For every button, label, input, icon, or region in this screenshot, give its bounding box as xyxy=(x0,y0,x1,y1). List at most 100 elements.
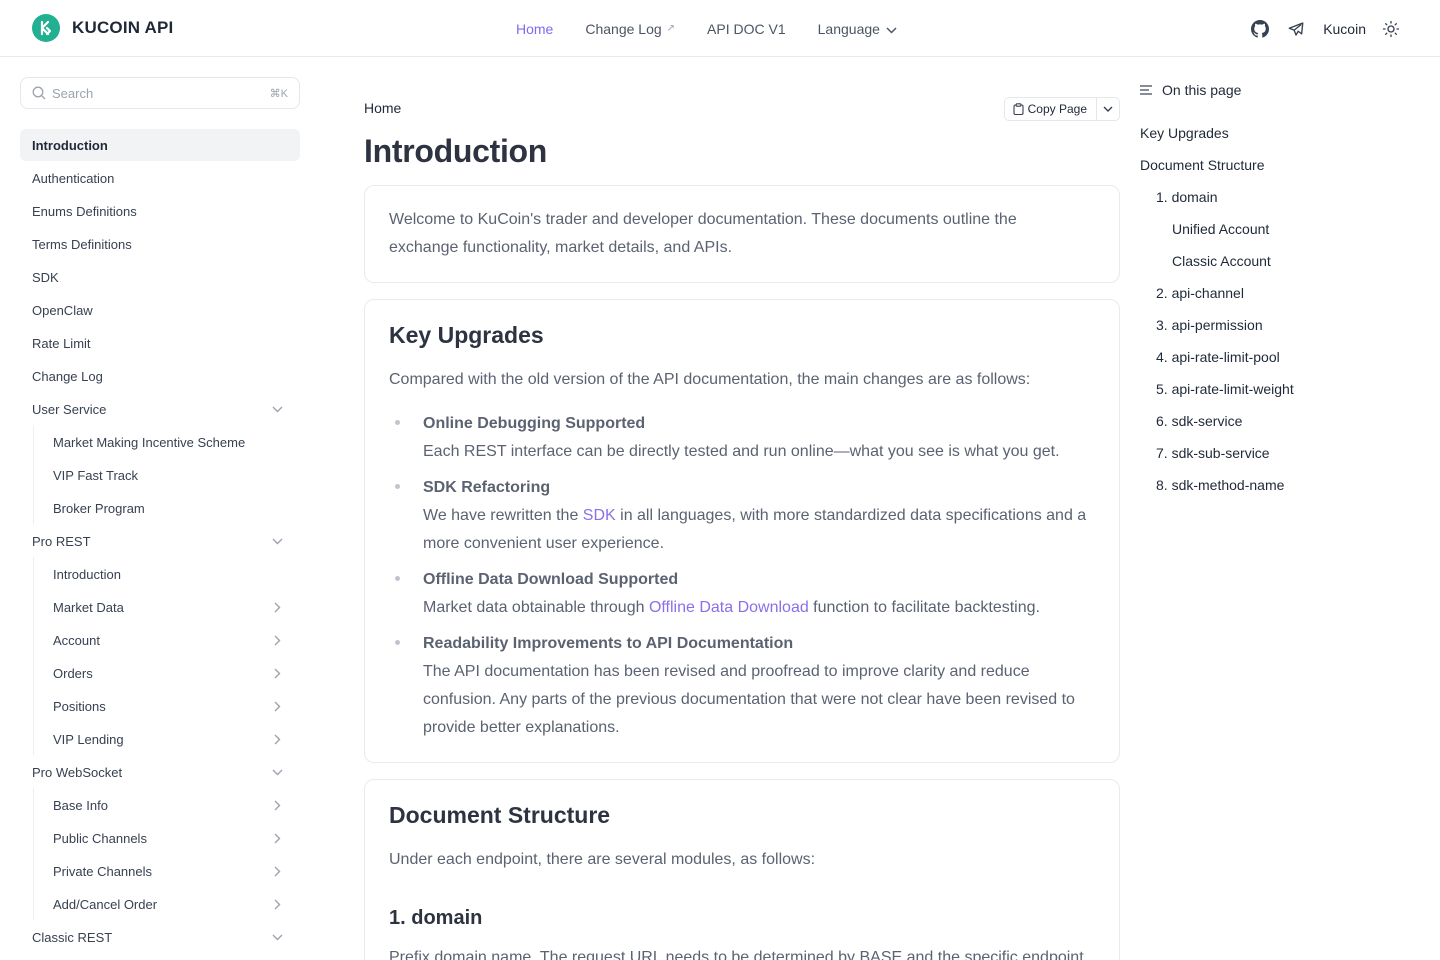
upgrade-title: SDK Refactoring xyxy=(423,479,551,496)
sidebar-item-rate-limit[interactable]: Rate Limit xyxy=(20,327,300,359)
nav-api-doc-v1[interactable]: API DOC V1 xyxy=(707,21,786,37)
sidebar-item-vip-fast-track[interactable]: VIP Fast Track xyxy=(20,458,300,491)
sidebar-group-classic-rest[interactable]: Classic REST xyxy=(20,921,300,953)
chevron-right-icon xyxy=(270,633,284,647)
chevron-down-icon xyxy=(270,534,284,548)
toc-item-sdk-service[interactable]: 6. sdk-service xyxy=(1140,405,1420,437)
search-shortcut: ⌘K xyxy=(269,87,288,100)
sidebar-item-pro-rest-introduction[interactable]: Introduction xyxy=(20,557,300,590)
upgrade-desc: Each REST interface can be directly test… xyxy=(423,443,1060,460)
offline-data-download-link[interactable]: Offline Data Download xyxy=(649,599,809,616)
toc-item-classic-account[interactable]: Classic Account xyxy=(1140,245,1420,277)
sidebar-item-openclaw[interactable]: OpenClaw xyxy=(20,294,300,326)
nav-language-dropdown[interactable]: Language xyxy=(818,21,897,37)
copy-page-button-group: Copy Page xyxy=(1003,97,1120,121)
nav-right: Kucoin xyxy=(1235,0,1402,57)
sidebar-item-private-channels[interactable]: Private Channels xyxy=(20,854,300,887)
sidebar-item-authentication[interactable]: Authentication xyxy=(20,162,300,194)
main-nav: Home Change Log ↗ API DOC V1 Language xyxy=(516,0,929,57)
toc-item-unified-account[interactable]: Unified Account xyxy=(1140,213,1420,245)
sidebar-item-positions[interactable]: Positions xyxy=(20,689,300,722)
copy-page-button[interactable]: Copy Page xyxy=(1005,98,1097,120)
sidebar-item-sdk[interactable]: SDK xyxy=(20,261,300,293)
upgrade-title: Online Debugging Supported xyxy=(423,415,646,432)
brand-name: KUCOIN API xyxy=(72,18,174,37)
top-navbar: KUCOIN API Home Change Log ↗ API DOC V1 L… xyxy=(0,0,1440,57)
chevron-right-icon xyxy=(270,699,284,713)
list-item: SDK Refactoring We have rewritten the SD… xyxy=(389,474,1097,558)
upgrade-title: Readability Improvements to API Document… xyxy=(423,635,794,652)
sidebar-group-pro-websocket[interactable]: Pro WebSocket xyxy=(20,756,300,788)
table-of-contents: On this page Key Upgrades Document Struc… xyxy=(1140,77,1420,501)
sidebar-item-introduction[interactable]: Introduction xyxy=(20,129,300,161)
breadcrumb-row: Home Copy Page xyxy=(364,97,1120,121)
page-title: Introduction xyxy=(364,133,548,169)
theme-toggle-icon[interactable] xyxy=(1380,18,1402,40)
chevron-down-icon xyxy=(886,21,897,37)
toc-item-api-permission[interactable]: 3. api-permission xyxy=(1140,309,1420,341)
chevron-right-icon xyxy=(270,600,284,614)
sidebar-item-base-info[interactable]: Base Info xyxy=(20,788,300,821)
sidebar-item-vip-lending[interactable]: VIP Lending xyxy=(20,722,300,755)
sidebar-item-broker-program[interactable]: Broker Program xyxy=(20,491,300,524)
upgrade-desc: The API documentation has been revised a… xyxy=(423,663,1075,736)
nav-change-log[interactable]: Change Log ↗ xyxy=(585,21,675,37)
list-item: Readability Improvements to API Document… xyxy=(389,630,1097,742)
chevron-down-icon xyxy=(270,930,284,944)
sidebar-item-add-cancel-order[interactable]: Add/Cancel Order xyxy=(20,887,300,920)
brand[interactable]: KUCOIN API xyxy=(32,14,174,42)
sidebar-item-public-channels[interactable]: Public Channels xyxy=(20,821,300,854)
chevron-right-icon xyxy=(270,897,284,911)
kucoin-logo-icon xyxy=(32,14,60,42)
search-icon xyxy=(32,86,46,100)
toc-item-domain[interactable]: 1. domain xyxy=(1140,181,1420,213)
sidebar-item-orders[interactable]: Orders xyxy=(20,656,300,689)
sidebar-item-market-making-incentive-scheme[interactable]: Market Making Incentive Scheme xyxy=(20,425,300,458)
domain-text: Prefix domain name. The request URL need… xyxy=(389,949,1084,960)
toc-item-api-rate-limit-pool[interactable]: 4. api-rate-limit-pool xyxy=(1140,341,1420,373)
sidebar-item-market-data[interactable]: Market Data xyxy=(20,590,300,623)
domain-heading: 1. domain xyxy=(389,907,483,929)
chevron-right-icon xyxy=(270,864,284,878)
breadcrumb[interactable]: Home xyxy=(364,100,401,116)
nav-home[interactable]: Home xyxy=(516,21,553,37)
toc-item-key-upgrades[interactable]: Key Upgrades xyxy=(1140,117,1420,149)
sidebar-group-pro-rest[interactable]: Pro REST xyxy=(20,525,300,557)
welcome-text: Welcome to KuCoin's trader and developer… xyxy=(389,211,1017,256)
chevron-right-icon xyxy=(270,831,284,845)
sidebar-group-user-service[interactable]: User Service xyxy=(20,393,300,425)
sidebar-item-terms-definitions[interactable]: Terms Definitions xyxy=(20,228,300,260)
list-item: Offline Data Download Supported Market d… xyxy=(389,566,1097,622)
sidebar: Search ⌘K Introduction Authentication En… xyxy=(20,77,300,960)
external-link-icon: ↗ xyxy=(666,23,676,34)
search-placeholder: Search xyxy=(52,85,94,101)
toc-list: Key Upgrades Document Structure 1. domai… xyxy=(1140,117,1420,501)
chevron-right-icon xyxy=(270,798,284,812)
key-upgrades-card: Key Upgrades Compared with the old versi… xyxy=(364,299,1120,763)
search-input[interactable]: Search ⌘K xyxy=(20,77,300,109)
toc-item-api-rate-limit-weight[interactable]: 5. api-rate-limit-weight xyxy=(1140,373,1420,405)
sidebar-item-enums-definitions[interactable]: Enums Definitions xyxy=(20,195,300,227)
key-upgrades-list: Online Debugging Supported Each REST int… xyxy=(389,410,1097,750)
key-upgrades-intro: Compared with the old version of the API… xyxy=(389,371,1031,388)
toc-heading-label: On this page xyxy=(1162,82,1242,98)
sidebar-item-account[interactable]: Account xyxy=(20,623,300,656)
github-icon[interactable] xyxy=(1249,18,1271,40)
sidebar-item-change-log[interactable]: Change Log xyxy=(20,360,300,392)
document-structure-heading: Document Structure xyxy=(389,802,611,828)
sdk-link[interactable]: SDK xyxy=(583,507,616,524)
kucoin-link[interactable]: Kucoin xyxy=(1323,21,1366,37)
list-icon xyxy=(1140,85,1152,95)
toc-item-document-structure[interactable]: Document Structure xyxy=(1140,149,1420,181)
upgrade-desc: We have rewritten the SDK in all languag… xyxy=(423,507,1087,552)
sidebar-list: Introduction Authentication Enums Defini… xyxy=(20,129,300,953)
toc-item-sdk-method-name[interactable]: 8. sdk-method-name xyxy=(1140,469,1420,501)
list-item: Online Debugging Supported Each REST int… xyxy=(389,410,1097,466)
toc-item-api-channel[interactable]: 2. api-channel xyxy=(1140,277,1420,309)
welcome-card: Welcome to KuCoin's trader and developer… xyxy=(364,185,1120,283)
copy-page-dropdown[interactable] xyxy=(1097,98,1119,120)
toc-heading: On this page xyxy=(1140,77,1420,103)
key-upgrades-heading: Key Upgrades xyxy=(389,322,544,348)
toc-item-sdk-sub-service[interactable]: 7. sdk-sub-service xyxy=(1140,437,1420,469)
telegram-icon[interactable] xyxy=(1285,18,1307,40)
